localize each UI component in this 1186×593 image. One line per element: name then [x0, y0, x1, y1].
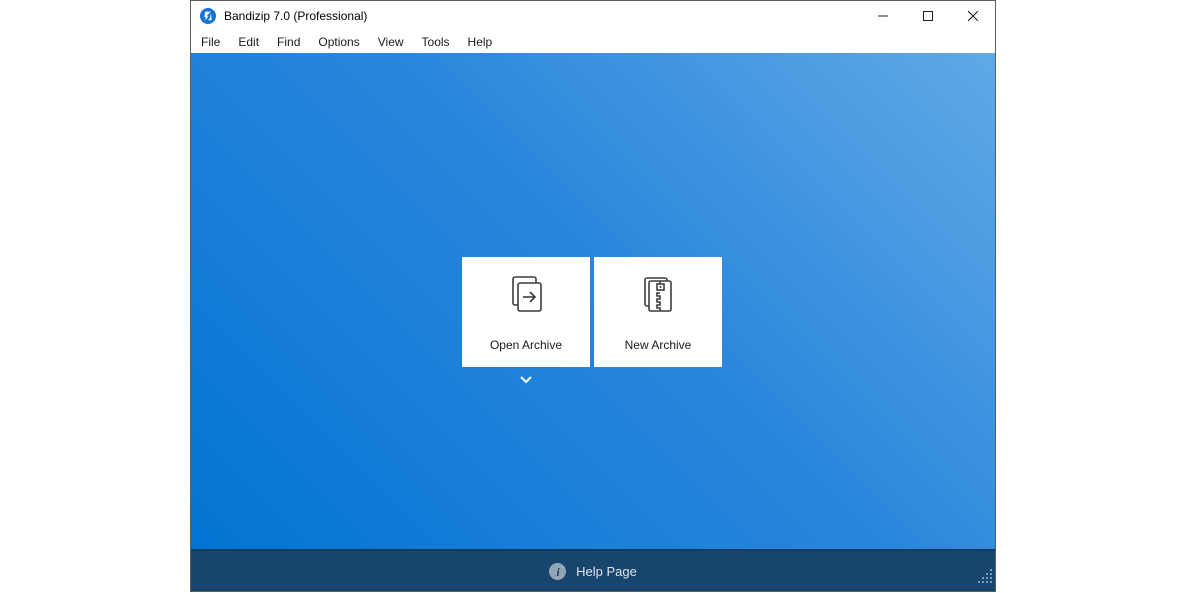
menu-tools[interactable]: Tools [413, 32, 459, 53]
chevron-down-icon[interactable] [518, 373, 534, 385]
window-title: Bandizip 7.0 (Professional) [224, 9, 367, 23]
bandizip-window: Bandizip 7.0 (Professional) File [190, 0, 996, 592]
resize-grip-icon[interactable] [978, 569, 992, 588]
help-page-link[interactable]: i Help Page [549, 563, 637, 580]
titlebar: Bandizip 7.0 (Professional) [191, 1, 995, 31]
info-icon: i [549, 563, 566, 580]
maximize-button[interactable] [905, 1, 950, 31]
action-cards: Open Archive New Archive [462, 257, 722, 367]
caption-buttons [860, 1, 995, 31]
help-page-label: Help Page [576, 564, 637, 579]
bandizip-logo-icon [200, 8, 216, 24]
menu-options[interactable]: Options [309, 32, 368, 53]
new-archive-icon [635, 273, 681, 324]
main-content-area: Open Archive New Archive [191, 53, 995, 549]
minimize-icon [878, 11, 888, 21]
menu-edit[interactable]: Edit [229, 32, 268, 53]
open-archive-icon [503, 273, 549, 324]
open-archive-label: Open Archive [490, 338, 562, 352]
menu-help[interactable]: Help [459, 32, 502, 53]
new-archive-card[interactable]: New Archive [594, 257, 722, 367]
maximize-icon [923, 11, 933, 21]
menu-file[interactable]: File [192, 32, 229, 53]
minimize-button[interactable] [860, 1, 905, 31]
new-archive-label: New Archive [625, 338, 692, 352]
menubar: File Edit Find Options View Tools Help [191, 31, 995, 53]
menu-find[interactable]: Find [268, 32, 309, 53]
close-icon [968, 11, 978, 21]
statusbar: i Help Page [191, 549, 995, 591]
open-archive-card[interactable]: Open Archive [462, 257, 590, 367]
close-button[interactable] [950, 1, 995, 31]
menu-view[interactable]: View [369, 32, 413, 53]
